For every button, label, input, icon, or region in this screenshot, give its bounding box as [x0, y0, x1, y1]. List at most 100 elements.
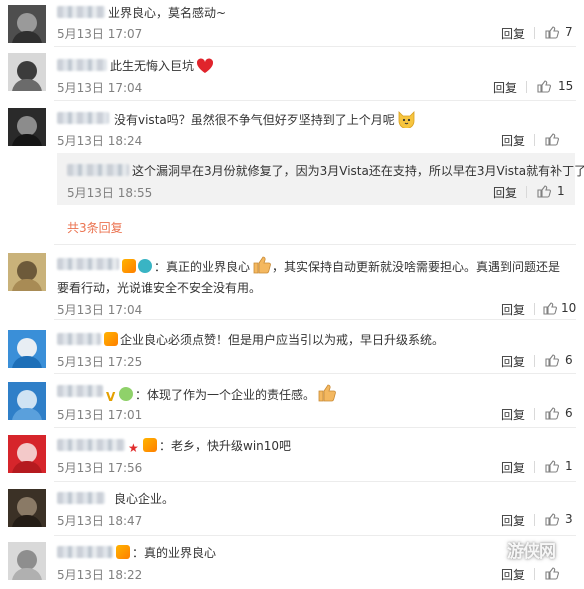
- reply-button[interactable]: 回复: [501, 406, 525, 423]
- username[interactable]: [57, 333, 101, 345]
- reply-button[interactable]: 回复: [501, 512, 525, 529]
- comment-item: 此生无悔入巨坑 5月13日 17:04 回复 15: [0, 47, 584, 99]
- divider: [534, 27, 535, 39]
- username[interactable]: [67, 164, 129, 176]
- comment-text: 企业良心必须点赞！但是用户应当引以为戒，早日升级系统。: [104, 331, 444, 348]
- vip-badge-icon: [116, 545, 130, 559]
- comment-time: 5月13日 18:22: [57, 568, 143, 582]
- avatar[interactable]: [8, 435, 46, 473]
- star-badge-icon: ★: [128, 441, 139, 455]
- username[interactable]: [57, 59, 107, 71]
- comment-item: 没有vista吗？虽然很不争气但好歹坚持到了上个月呢 5月13日 18:24 回…: [0, 101, 584, 241]
- like-count: 7: [565, 25, 573, 39]
- thumbs-up-icon[interactable]: [545, 407, 559, 420]
- username[interactable]: [57, 258, 119, 270]
- comment-item: 业界良心，莫名感动~ 5月13日 17:07 回复 7: [0, 0, 584, 46]
- comment-text: 没有vista吗？虽然很不争气但好歹坚持到了上个月呢: [114, 110, 416, 128]
- like-count: 1: [557, 184, 565, 198]
- comment-time: 5月13日 18:47: [57, 514, 143, 528]
- watermark-logo: 游侠网: [507, 542, 556, 562]
- comment-text-cont: ，其实保持自动更新就没啥需要担心。真遇到问题还是: [272, 260, 561, 274]
- reply-button[interactable]: 回复: [501, 25, 525, 42]
- comment-text-main: ：体现了作为一个企业的责任感。: [135, 388, 316, 402]
- thumbs-up-icon[interactable]: [537, 80, 551, 93]
- verified-v-icon: V: [106, 390, 116, 404]
- comment-text: ：真的业界良心: [116, 544, 216, 561]
- thumbs-up-icon[interactable]: [545, 26, 559, 39]
- thumbs-up-emoji-icon: [318, 384, 336, 402]
- divider: [534, 134, 535, 146]
- reply-button[interactable]: 回复: [501, 301, 525, 318]
- avatar-head: [17, 497, 37, 517]
- avatar[interactable]: [8, 382, 46, 420]
- username[interactable]: [57, 439, 125, 451]
- more-replies-link[interactable]: 共3条回复: [67, 219, 123, 236]
- comment-text-main: 没有vista吗？虽然很不争气但好歹坚持到了上个月呢: [114, 113, 395, 127]
- comment-text: ★ ：老乡，快升级win10吧: [128, 437, 291, 455]
- username[interactable]: [57, 112, 109, 124]
- avatar[interactable]: [8, 330, 46, 368]
- avatar-head: [17, 61, 37, 81]
- thumbs-up-icon[interactable]: [545, 354, 559, 367]
- comment-item: ：真的业界良心 5月13日 18:22 回复: [0, 536, 584, 589]
- thumbs-up-emoji-icon: [253, 256, 271, 274]
- comment-item: V ：体现了作为一个企业的责任感。 5月13日 17:01 回复 6: [0, 374, 584, 426]
- divider: [534, 355, 535, 367]
- reply-button[interactable]: 回复: [501, 132, 525, 149]
- avatar[interactable]: [8, 5, 46, 43]
- username[interactable]: [57, 492, 105, 504]
- reply-button[interactable]: 回复: [501, 353, 525, 370]
- comment-time: 5月13日 17:01: [57, 408, 143, 422]
- username[interactable]: [57, 6, 105, 18]
- vip-badge-icon: [143, 438, 157, 452]
- vip-badge-icon: [122, 259, 136, 273]
- reply-button[interactable]: 回复: [493, 184, 517, 201]
- thumbs-up-icon[interactable]: [545, 460, 559, 473]
- comment-time: 5月13日 17:56: [57, 461, 143, 475]
- thumbs-up-icon[interactable]: [537, 185, 551, 198]
- avatar[interactable]: [8, 542, 46, 580]
- heart-icon: [196, 58, 214, 73]
- like-count: 3: [565, 512, 573, 526]
- camera-badge-icon: [138, 259, 152, 273]
- thumbs-up-icon[interactable]: [545, 133, 559, 146]
- like-count: 6: [565, 406, 573, 420]
- comment-text-main: 企业良心必须点赞！但是用户应当引以为戒，早日升级系统。: [120, 333, 445, 347]
- comment-text: ：真正的业界良心 ，其实保持自动更新就没啥需要担心。真遇到问题还是: [122, 255, 560, 275]
- comment-item: 良心企业。 5月13日 18:47 回复 3: [0, 482, 584, 534]
- avatar-head: [17, 116, 37, 136]
- thumbs-up-icon[interactable]: [545, 513, 559, 526]
- nested-reply: 这个漏洞早在3月份就修复了，因为3月Vista还在支持，所以早在3月Vista就…: [57, 153, 584, 205]
- avatar-head: [17, 443, 37, 463]
- avatar-head: [17, 261, 37, 281]
- avatar[interactable]: [8, 53, 46, 91]
- divider: [534, 408, 535, 420]
- reply-button[interactable]: 回复: [501, 459, 525, 476]
- avatar[interactable]: [8, 489, 46, 527]
- comment-text: 良心企业。: [114, 492, 175, 506]
- cat-face-icon: [398, 111, 415, 128]
- avatar-head: [17, 338, 37, 358]
- divider: [526, 81, 527, 93]
- comment-text-main: 此生无悔入巨坑: [110, 59, 195, 73]
- divider: [526, 186, 527, 198]
- avatar[interactable]: [8, 253, 46, 291]
- comment-item: 企业良心必须点赞！但是用户应当引以为戒，早日升级系统。 5月13日 17:25 …: [0, 320, 584, 372]
- comment-time: 5月13日 17:04: [57, 81, 143, 95]
- username[interactable]: [57, 546, 113, 558]
- divider: [534, 303, 535, 315]
- vip-badge-icon: [104, 332, 118, 346]
- like-count: 6: [565, 353, 573, 367]
- comment-time: 5月13日 17:07: [57, 27, 143, 41]
- reply-button[interactable]: 回复: [493, 79, 517, 96]
- comment-text-line2: 要看行动，光说谁安全不安全没有用。: [57, 281, 262, 295]
- comment-time: 5月13日 17:25: [57, 355, 143, 369]
- comment-text-main: ：真正的业界良心: [154, 260, 251, 274]
- level-badge-icon: [119, 387, 133, 401]
- comment-text: V ：体现了作为一个企业的责任感。: [106, 383, 337, 404]
- avatar-head: [17, 550, 37, 570]
- username[interactable]: [57, 385, 103, 397]
- comment-time: 5月13日 17:04: [57, 303, 143, 317]
- avatar[interactable]: [8, 108, 46, 146]
- thumbs-up-icon[interactable]: [543, 302, 557, 315]
